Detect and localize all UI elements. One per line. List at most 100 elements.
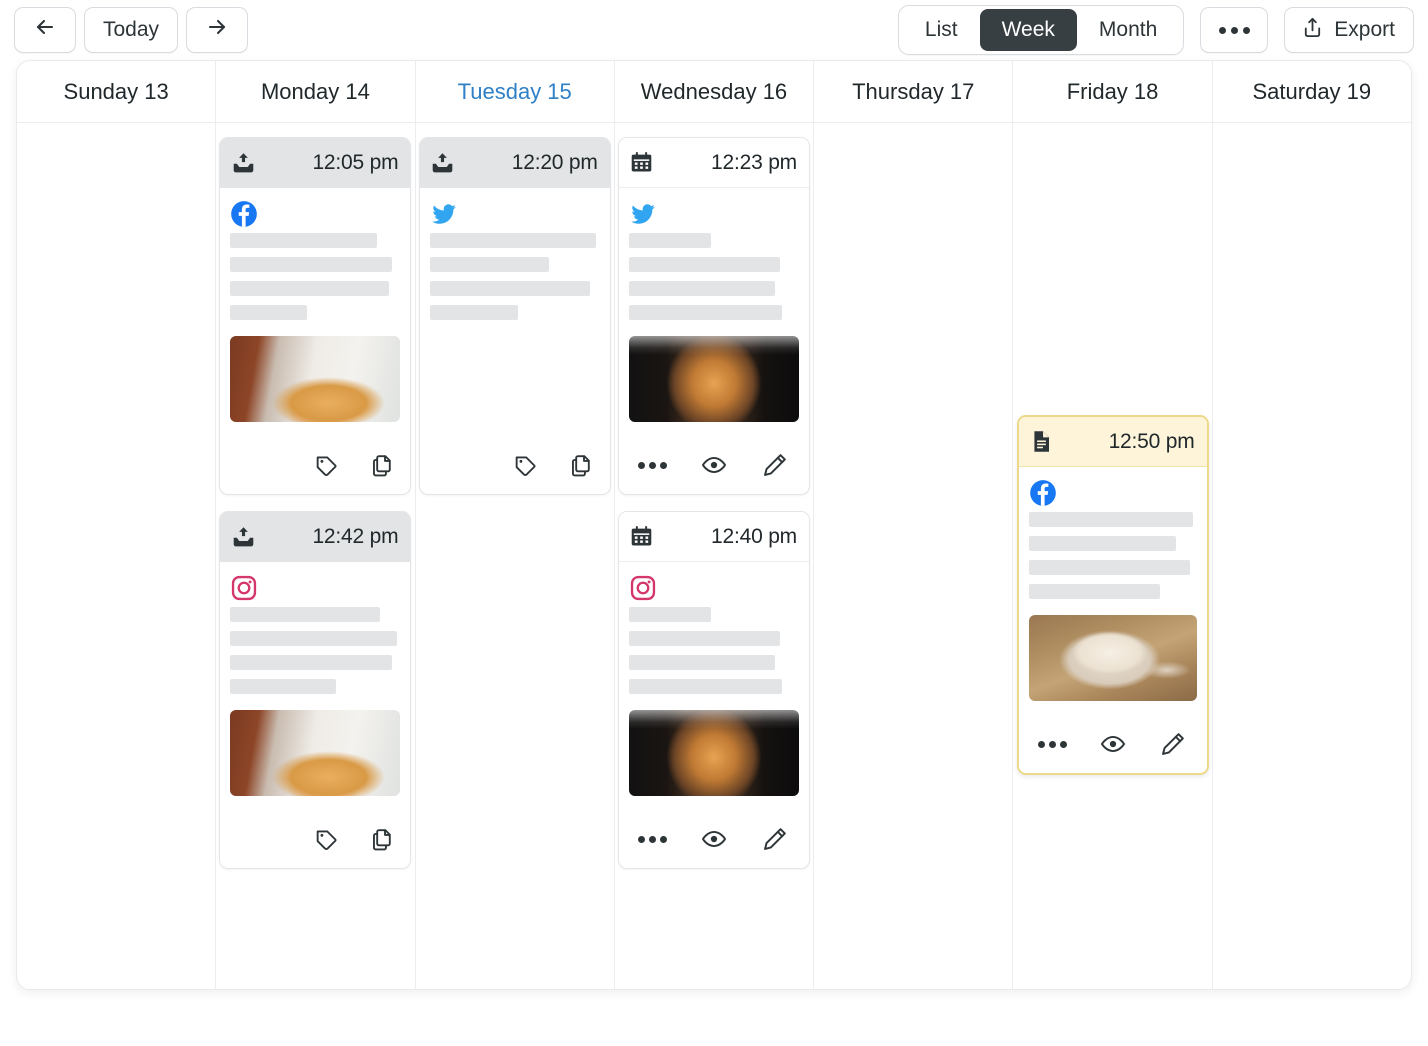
twitter-icon bbox=[430, 204, 458, 232]
view-tab-list[interactable]: List bbox=[903, 9, 980, 51]
day-column-monday[interactable]: 12:05 pm 12:42 pm bbox=[216, 123, 416, 989]
day-header-thursday[interactable]: Thursday 17 bbox=[814, 61, 1014, 122]
ellipsis-glyph bbox=[638, 835, 668, 843]
ellipsis-glyph bbox=[1038, 740, 1068, 748]
tag-icon[interactable] bbox=[312, 825, 340, 853]
post-card-body bbox=[220, 562, 410, 796]
ellipsis-glyph bbox=[638, 461, 668, 469]
pencil-icon[interactable] bbox=[761, 825, 789, 853]
post-card-header: 12:50 pm bbox=[1018, 417, 1207, 467]
ellipsis-icon bbox=[1218, 26, 1250, 34]
day-header-monday[interactable]: Monday 14 bbox=[216, 61, 416, 122]
day-header-row: Sunday 13 Monday 14 Tuesday 15 Wednesday… bbox=[17, 61, 1411, 123]
more-options-button[interactable] bbox=[1200, 7, 1269, 53]
post-text-skeleton bbox=[230, 607, 400, 694]
day-column-friday[interactable]: 12:50 pm bbox=[1013, 123, 1213, 989]
post-card-actions bbox=[220, 436, 410, 494]
publish-upload-icon bbox=[430, 150, 456, 176]
pencil-icon[interactable] bbox=[1159, 730, 1187, 758]
post-card-header: 12:05 pm bbox=[220, 138, 411, 188]
ellipsis-icon[interactable] bbox=[1038, 730, 1068, 758]
draft-document-icon bbox=[1029, 429, 1055, 455]
post-media-thumbnail[interactable] bbox=[430, 336, 600, 422]
view-tab-month[interactable]: Month bbox=[1077, 9, 1179, 51]
calendar-panel-wrapper: Sunday 13 Monday 14 Tuesday 15 Wednesday… bbox=[0, 60, 1428, 990]
export-upload-icon bbox=[1301, 16, 1324, 45]
post-media-thumbnail[interactable] bbox=[628, 336, 799, 422]
post-card[interactable]: 12:50 pm bbox=[1016, 415, 1209, 775]
post-card-header: 12:23 pm bbox=[618, 138, 809, 188]
post-time: 12:23 pm bbox=[711, 150, 797, 174]
post-card-body bbox=[619, 562, 809, 796]
tag-icon[interactable] bbox=[312, 451, 340, 479]
post-card[interactable]: 12:20 pm bbox=[418, 137, 611, 495]
today-button-label: Today bbox=[103, 18, 160, 41]
post-card[interactable]: 12:05 pm bbox=[219, 137, 412, 495]
post-text-skeleton bbox=[429, 233, 600, 320]
publish-upload-icon bbox=[230, 150, 256, 176]
day-column-sunday[interactable] bbox=[17, 123, 217, 989]
post-card-actions bbox=[619, 436, 809, 494]
post-media-thumbnail[interactable] bbox=[628, 710, 799, 796]
post-time: 12:05 pm bbox=[312, 151, 399, 174]
day-header-friday[interactable]: Friday 18 bbox=[1013, 61, 1213, 122]
post-media-thumbnail[interactable] bbox=[230, 336, 401, 422]
tag-icon[interactable] bbox=[512, 451, 540, 479]
post-time: 12:50 pm bbox=[1108, 429, 1195, 453]
top-toolbar: Today List Week Month Export bbox=[0, 0, 1428, 60]
post-card-body bbox=[220, 188, 410, 422]
post-card-header: 12:20 pm bbox=[419, 138, 610, 188]
day-column-tuesday[interactable]: 12:20 pm bbox=[416, 123, 615, 989]
post-card-actions bbox=[220, 810, 410, 868]
eye-icon[interactable] bbox=[1099, 730, 1127, 758]
post-card-header: 12:42 pm bbox=[220, 512, 411, 562]
post-card[interactable]: 12:42 pm bbox=[219, 511, 412, 869]
today-button[interactable]: Today bbox=[84, 7, 179, 53]
ellipsis-icon[interactable] bbox=[638, 451, 668, 479]
pencil-icon[interactable] bbox=[761, 451, 789, 479]
next-period-button[interactable] bbox=[186, 7, 249, 53]
post-text-skeleton bbox=[628, 233, 799, 320]
day-header-saturday[interactable]: Saturday 19 bbox=[1213, 61, 1411, 122]
instagram-icon bbox=[230, 575, 258, 606]
instagram-icon bbox=[629, 575, 657, 606]
calendar-icon bbox=[629, 524, 655, 550]
day-column-saturday[interactable] bbox=[1213, 123, 1411, 989]
view-mode-switcher: List Week Month bbox=[897, 5, 1185, 55]
post-card-actions bbox=[420, 436, 610, 494]
day-columns: 12:05 pm 12:42 pm 12:20 pm 12:23 pm 12:4… bbox=[17, 123, 1411, 989]
facebook-icon bbox=[230, 201, 258, 232]
eye-icon[interactable] bbox=[700, 825, 728, 853]
previous-period-button[interactable] bbox=[14, 7, 76, 53]
post-media-thumbnail[interactable] bbox=[1028, 615, 1197, 701]
post-time: 12:40 pm bbox=[711, 524, 797, 548]
post-media-thumbnail[interactable] bbox=[230, 710, 401, 796]
export-button[interactable]: Export bbox=[1284, 7, 1414, 53]
duplicate-icon[interactable] bbox=[568, 451, 596, 479]
post-card[interactable]: 12:23 pm bbox=[617, 137, 810, 495]
day-header-wednesday[interactable]: Wednesday 16 bbox=[615, 61, 815, 122]
post-card-body bbox=[619, 188, 809, 422]
ellipsis-icon[interactable] bbox=[638, 825, 668, 853]
duplicate-icon[interactable] bbox=[368, 825, 396, 853]
day-column-thursday[interactable] bbox=[814, 123, 1014, 989]
arrow-right-icon bbox=[205, 15, 229, 45]
post-card-body bbox=[420, 188, 610, 422]
twitter-icon bbox=[629, 204, 657, 232]
eye-icon[interactable] bbox=[700, 451, 728, 479]
post-card-body bbox=[1019, 467, 1207, 701]
post-text-skeleton bbox=[230, 233, 400, 320]
post-time: 12:42 pm bbox=[312, 525, 399, 548]
duplicate-icon[interactable] bbox=[368, 451, 396, 479]
day-column-wednesday[interactable]: 12:23 pm 12:40 pm bbox=[615, 123, 815, 989]
view-tab-week[interactable]: Week bbox=[979, 9, 1077, 51]
day-header-tuesday[interactable]: Tuesday 15 bbox=[416, 61, 615, 122]
arrow-left-icon bbox=[33, 15, 57, 45]
calendar-icon bbox=[629, 150, 655, 176]
export-button-label: Export bbox=[1334, 18, 1395, 41]
post-text-skeleton bbox=[1028, 512, 1197, 599]
view-controls: List Week Month Export bbox=[897, 5, 1414, 55]
post-card[interactable]: 12:40 pm bbox=[617, 511, 810, 869]
post-card-actions bbox=[1019, 715, 1207, 773]
day-header-sunday[interactable]: Sunday 13 bbox=[17, 61, 217, 122]
